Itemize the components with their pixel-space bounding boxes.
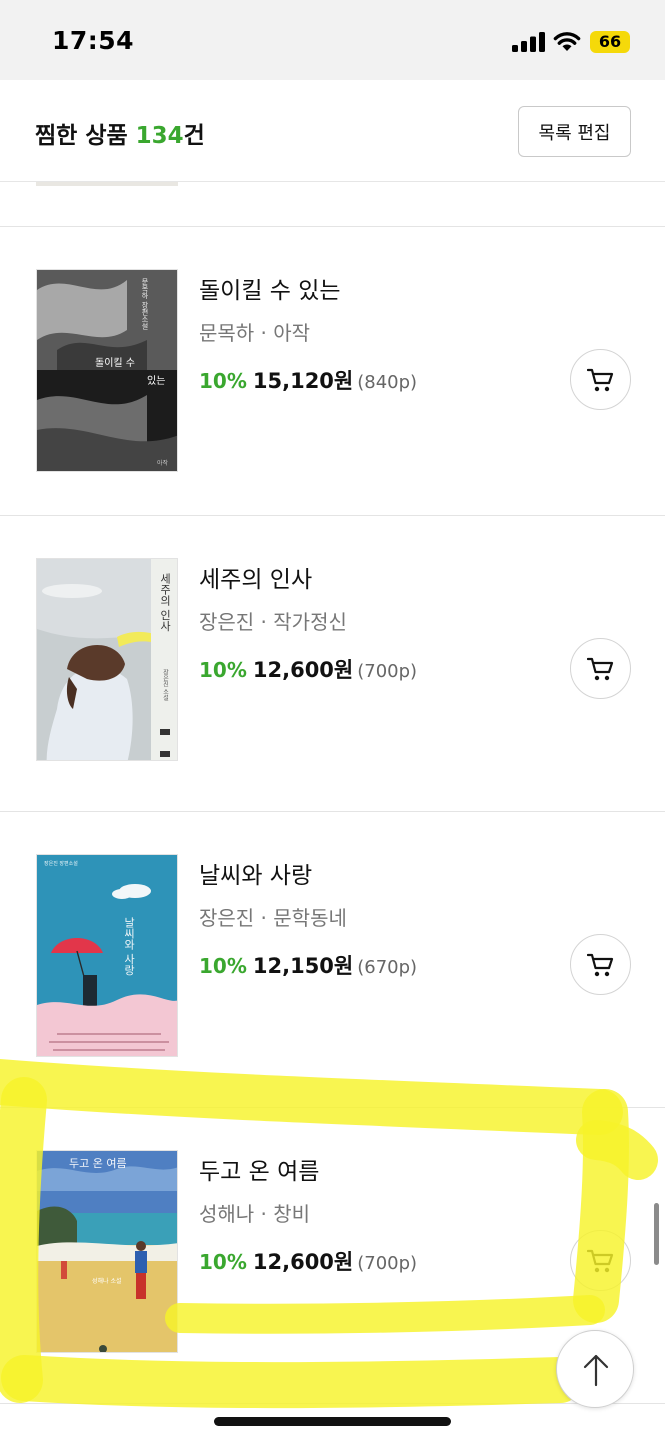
discount-rate: 10% [199, 954, 247, 978]
list-item[interactable]: 세주의 인사 장은진 소설 세주의 인사 장은진 · 작가정신 10% 12,60… [0, 558, 665, 788]
scroll-to-top-button[interactable] [556, 1330, 634, 1408]
list-item[interactable]: 장은진 장편소설 날씨와 사랑 날씨와 사랑 장은진 · 문학동네 10% 12,… [0, 854, 665, 1084]
book-title[interactable]: 세주의 인사 [199, 560, 312, 594]
discount-rate: 10% [199, 369, 247, 393]
battery-indicator: 66 [590, 31, 630, 53]
book-title[interactable]: 두고 온 여름 [199, 1152, 319, 1186]
wishlist-count: 134 [135, 123, 184, 149]
partial-book-cover[interactable] [36, 182, 178, 186]
price-row: 10% 15,120원 (840p) [199, 365, 417, 395]
author-publisher: 문목하 · 아작 [199, 321, 311, 345]
add-to-cart-button[interactable] [570, 934, 631, 995]
cover-title-text: 날씨와 사랑 [123, 917, 136, 976]
cover-title-text: 있는 [147, 375, 165, 387]
scrollbar[interactable] [654, 1203, 659, 1265]
list-item[interactable]: 문목하 장편소설 돌이킬 수 있는 아작 돌이킬 수 있는 문목하 · 아작 1… [0, 269, 665, 499]
cover-series-text: 문목하 장편소설 [141, 278, 149, 329]
signal-icon [512, 32, 545, 52]
title-suffix: 건 [183, 123, 205, 149]
divider [0, 1107, 665, 1108]
discount-rate: 10% [199, 1250, 247, 1274]
cover-title-text: 두고 온 여름 [69, 1157, 127, 1170]
cover-author-text: 성해나 소설 [92, 1277, 122, 1285]
divider [0, 1403, 665, 1404]
sale-price: 15,120원 [252, 369, 354, 393]
wifi-icon [553, 32, 581, 51]
book-cover[interactable]: 문목하 장편소설 돌이킬 수 있는 아작 [36, 269, 178, 472]
reward-points: (700p) [357, 661, 418, 682]
author-publisher: 성해나 · 창비 [199, 1202, 311, 1226]
discount-rate: 10% [199, 658, 247, 682]
home-indicator[interactable] [214, 1417, 451, 1426]
status-time: 17:54 [52, 26, 135, 55]
price-row: 10% 12,600원 (700p) [199, 1246, 417, 1276]
reward-points: (670p) [357, 957, 418, 978]
book-title[interactable]: 돌이킬 수 있는 [199, 271, 341, 305]
cart-icon [587, 953, 614, 977]
book-cover[interactable]: 장은진 장편소설 날씨와 사랑 [36, 854, 178, 1057]
reward-points: (840p) [357, 372, 418, 393]
cover-title-text: 세주의 인사 [159, 573, 172, 632]
cover-publisher-text: 아작 [157, 459, 169, 467]
reward-points: (700p) [357, 1253, 418, 1274]
book-cover[interactable]: 두고 온 여름 성해나 소설 [36, 1150, 178, 1353]
cover-series-text: 장은진 장편소설 [44, 860, 78, 867]
book-cover[interactable]: 세주의 인사 장은진 소설 [36, 558, 178, 761]
add-to-cart-button[interactable] [570, 1230, 631, 1291]
sale-price: 12,600원 [252, 658, 354, 682]
author-publisher: 장은진 · 문학동네 [199, 906, 347, 930]
cover-title-text: 돌이킬 수 [95, 356, 135, 369]
title-prefix: 찜한 상품 [35, 123, 136, 149]
cart-icon [587, 1249, 614, 1273]
status-bar: 17:54 66 [0, 0, 665, 80]
divider [0, 515, 665, 516]
arrow-up-icon [583, 1354, 609, 1387]
wishlist-header: 찜한 상품 134건 목록 편집 [0, 80, 665, 182]
divider [0, 811, 665, 812]
wishlist-count-title: 찜한 상품 134건 [35, 116, 205, 150]
author-publisher: 장은진 · 작가정신 [199, 610, 347, 634]
book-title[interactable]: 날씨와 사랑 [199, 856, 312, 890]
edit-list-button[interactable]: 목록 편집 [518, 106, 631, 157]
price-row: 10% 12,150원 (670p) [199, 950, 417, 980]
add-to-cart-button[interactable] [570, 349, 631, 410]
cover-author-text: 장은진 소설 [162, 668, 169, 701]
sale-price: 12,150원 [252, 954, 354, 978]
cart-icon [587, 368, 614, 392]
sale-price: 12,600원 [252, 1250, 354, 1274]
cart-icon [587, 657, 614, 681]
divider [0, 226, 665, 227]
add-to-cart-button[interactable] [570, 638, 631, 699]
price-row: 10% 12,600원 (700p) [199, 654, 417, 684]
